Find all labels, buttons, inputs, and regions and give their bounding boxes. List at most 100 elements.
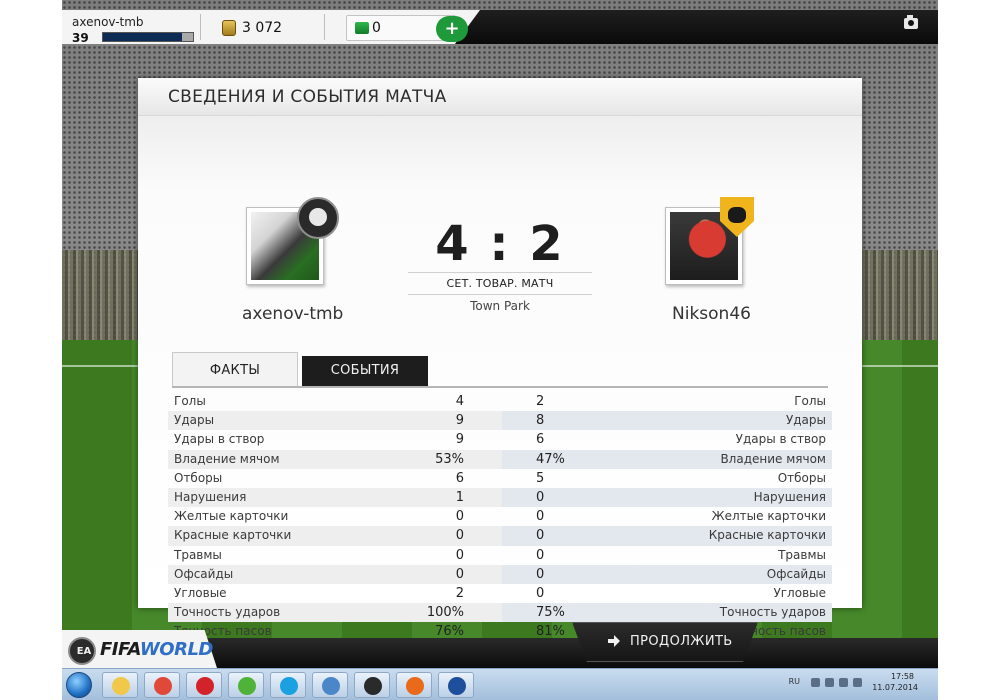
arrow-right-icon: [608, 635, 620, 647]
stat-away-value: 75%: [536, 605, 565, 621]
stat-away-label: Удары в створ: [735, 432, 826, 447]
stat-home-value: 0: [455, 528, 464, 544]
stat-row-away-bg: [502, 392, 832, 411]
language-indicator[interactable]: RU: [789, 677, 800, 686]
home-club-badge: [297, 197, 339, 239]
stat-away-value: 47%: [536, 451, 565, 467]
stat-home-value: 0: [455, 509, 464, 525]
stat-away-value: 5: [536, 470, 545, 486]
explorer-icon: [112, 677, 130, 695]
stat-home-value: 9: [455, 432, 464, 448]
stat-away-label: Угловые: [773, 585, 826, 600]
fifa-world-logo: FIFAWORLD: [100, 639, 213, 660]
stadium-name: Town Park: [470, 299, 530, 313]
tab-events[interactable]: СОБЫТИЯ: [302, 356, 428, 386]
steam-icon: [364, 677, 382, 695]
stat-row: Офсайды 0 0 Офсайды: [168, 564, 832, 584]
taskbar-app[interactable]: [438, 672, 474, 698]
home-team-name: axenov-tmb: [242, 304, 344, 324]
network-tray-icon[interactable]: [839, 678, 848, 687]
xp-progress-fill: [103, 33, 183, 41]
taskbar-app[interactable]: [228, 672, 264, 698]
away-team-name: Nikson46: [672, 304, 751, 324]
volume-icon[interactable]: [825, 678, 834, 687]
points-value: 0: [372, 20, 381, 36]
taskbar-app[interactable]: [144, 672, 180, 698]
taskbar-app[interactable]: [270, 672, 306, 698]
user-profile[interactable]: axenov-tmb 39: [66, 12, 196, 45]
stat-home-label: Травмы: [174, 547, 222, 562]
stat-home-label: Офсайды: [174, 566, 234, 581]
stat-home-value: 0: [455, 566, 464, 582]
points-icon: [355, 22, 369, 34]
flag-icon[interactable]: [853, 678, 862, 687]
panel-body: axenov-tmb 4 : 2 СЕТ. ТОВАР. МАТЧ Town P…: [138, 116, 862, 639]
add-points-button[interactable]: +: [436, 16, 468, 42]
clock-date[interactable]: 11.07.2014: [872, 683, 918, 692]
network-icon: [322, 677, 340, 695]
coins-icon: [222, 20, 236, 36]
stat-home-label: Удары в створ: [174, 432, 265, 447]
windows-taskbar: RU 17:58 11.07.2014: [62, 668, 938, 700]
stat-home-label: Точность ударов: [174, 605, 281, 620]
logo-world-text: WORLD: [139, 639, 213, 660]
stat-away-value: 0: [536, 528, 545, 544]
start-button[interactable]: [66, 672, 92, 698]
taskbar-app[interactable]: [312, 672, 348, 698]
stat-away-label: Нарушения: [753, 489, 826, 504]
stat-home-value: 53%: [435, 451, 464, 467]
tab-facts[interactable]: ФАКТЫ: [172, 352, 298, 386]
camera-icon[interactable]: [904, 15, 918, 29]
stat-home-label: Владение мячом: [174, 451, 280, 466]
continue-label: ПРОДОЛЖИТЬ: [630, 634, 733, 649]
stat-row: Красные карточки 0 0 Красные карточки: [168, 526, 832, 546]
stat-away-label: Травмы: [778, 547, 826, 562]
stat-away-label: Желтые карточки: [711, 509, 826, 524]
top-bar: axenov-tmb 39 3 072 0 +: [62, 0, 938, 45]
divider: [200, 14, 201, 40]
logo-fifa-text: FIFA: [100, 639, 140, 660]
stats-table: Голы 4 2 Голы Удары 9 8 Удары Удары в створ 9 6 Уда…: [168, 392, 832, 641]
stat-row: Владение мячом 53% 47% Владение мячом: [168, 449, 832, 469]
coins-value: 3 072: [242, 20, 283, 36]
stat-away-label: Удары: [785, 413, 826, 428]
divider: [324, 14, 325, 40]
stat-row: Удары в створ 9 6 Удары в створ: [168, 430, 832, 449]
continue-button[interactable]: ПРОДОЛЖИТЬ: [572, 622, 758, 662]
stat-away-value: 0: [536, 489, 545, 505]
clock-time[interactable]: 17:58: [891, 672, 914, 681]
page-title: СВЕДЕНИЯ И СОБЫТИЯ МАТЧА: [168, 87, 447, 107]
stat-row: Голы 4 2 Голы: [168, 392, 832, 411]
stat-away-label: Точность ударов: [719, 605, 826, 620]
stat-away-label: Голы: [794, 394, 826, 408]
utorrent-icon: [238, 677, 256, 695]
stat-home-value: 9: [455, 413, 464, 429]
chrome-icon: [154, 677, 172, 695]
stat-away-value: 8: [536, 413, 545, 429]
stat-home-value: 0: [455, 547, 464, 563]
stat-home-label: Нарушения: [174, 489, 247, 504]
stat-home-value: 1: [455, 489, 464, 505]
stat-away-value: 0: [536, 585, 545, 601]
taskbar-app[interactable]: [396, 672, 432, 698]
stat-away-value: 2: [536, 394, 545, 409]
stat-row: Травмы 0 0 Травмы: [168, 546, 832, 565]
stat-row: Нарушения 1 0 Нарушения: [168, 487, 832, 508]
skype-icon: [280, 677, 298, 695]
tray-arrow-icon[interactable]: [811, 678, 820, 687]
screen: axenov-tmb 39 3 072 0 + СВЕДЕНИЯ И СОБЫТ…: [0, 0, 1000, 700]
panel-header: СВЕДЕНИЯ И СОБЫТИЯ МАТЧА: [138, 78, 862, 116]
taskbar-app[interactable]: [186, 672, 222, 698]
ea-logo-text: EA: [76, 646, 92, 657]
stat-away-label: Красные карточки: [708, 528, 826, 543]
stat-home-label: Красные карточки: [174, 528, 292, 543]
taskbar-app[interactable]: [354, 672, 390, 698]
taskbar-app[interactable]: [102, 672, 138, 698]
match-score: 4 : 2: [435, 216, 565, 272]
tiger-crest-icon: [728, 207, 746, 223]
ea-sports-logo: EA: [68, 637, 96, 665]
stat-home-value: 6: [455, 470, 464, 486]
opera-icon: [196, 677, 214, 695]
stat-away-value: 0: [536, 547, 545, 563]
username: axenov-tmb: [72, 15, 144, 29]
